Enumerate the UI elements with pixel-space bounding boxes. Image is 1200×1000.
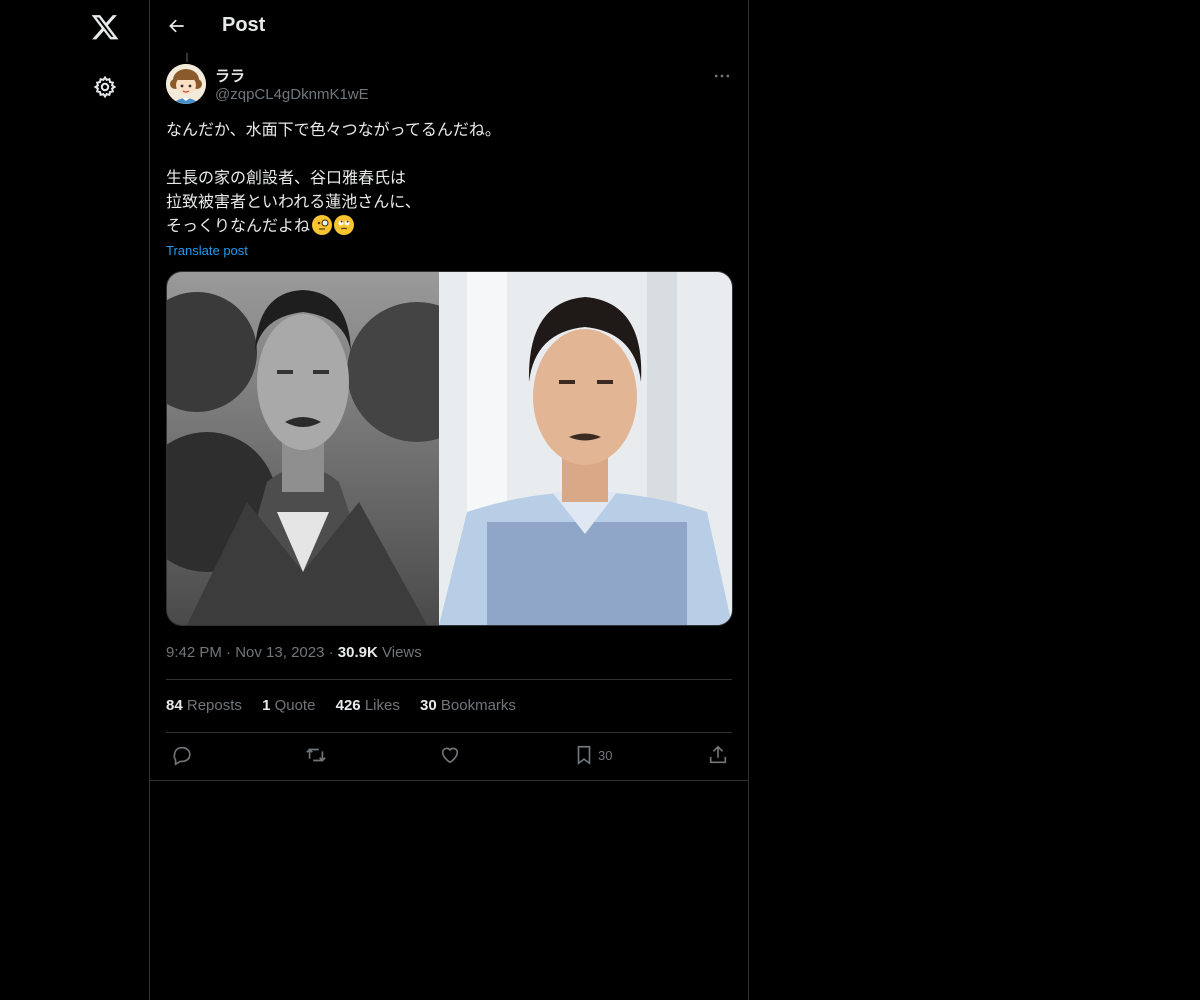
- author-display-name[interactable]: ララ: [215, 65, 245, 86]
- repost-icon[interactable]: [305, 744, 327, 766]
- meta-separator: ·: [328, 644, 338, 661]
- bookmarks-label: Bookmarks: [440, 697, 516, 714]
- reposts-stat[interactable]: 84 Reposts: [166, 697, 242, 714]
- bookmark-icon[interactable]: [573, 744, 595, 766]
- reply-icon[interactable]: [171, 744, 193, 766]
- post-meta: 9:42 PM · Nov 13, 2023 · 30.9K Views: [166, 644, 422, 661]
- reposts-label: Reposts: [186, 697, 242, 714]
- monocle-face-emoji-icon: [312, 215, 333, 235]
- post-date[interactable]: Nov 13, 2023: [235, 644, 324, 661]
- reposts-count: 84: [166, 697, 183, 714]
- likes-stat[interactable]: 426 Likes: [336, 697, 400, 714]
- bookmark-count: 30: [598, 748, 613, 763]
- author-handle[interactable]: @zqpCL4gDknmK1wE: [215, 86, 369, 103]
- divider: [166, 679, 732, 680]
- bookmarks-stat[interactable]: 30 Bookmarks: [420, 697, 516, 714]
- likes-count: 426: [335, 697, 361, 714]
- more-icon[interactable]: [712, 66, 732, 86]
- engagement-stats: 84 Reposts 1 Quote 426 Likes 30 Bookmark…: [166, 697, 532, 714]
- eye-roll-face-emoji-icon: [334, 215, 355, 235]
- gear-icon[interactable]: [93, 75, 117, 99]
- x-logo-icon[interactable]: [90, 12, 120, 42]
- views-count: 30.9K: [337, 644, 378, 661]
- post-text: なんだか、水面下で色々つながってるんだね。 生長の家の創設者、谷口雅春氏は 拉致…: [166, 119, 726, 239]
- divider: [150, 780, 748, 781]
- avatar[interactable]: [166, 64, 206, 104]
- like-icon[interactable]: [439, 744, 461, 766]
- share-icon[interactable]: [707, 744, 729, 766]
- quotes-label: Quote: [274, 697, 316, 714]
- translate-post-link[interactable]: Translate post: [166, 243, 248, 258]
- post-time[interactable]: 9:42 PM: [166, 644, 222, 661]
- likes-label: Likes: [364, 697, 400, 714]
- meta-separator: ·: [226, 644, 236, 661]
- divider: [166, 732, 732, 733]
- left-rail: [0, 0, 149, 1000]
- quotes-count: 1: [262, 697, 271, 714]
- views-label: Views: [382, 644, 422, 661]
- quotes-stat[interactable]: 1 Quote: [262, 697, 315, 714]
- action-bar: 30: [150, 744, 748, 768]
- page-title: Post: [222, 14, 266, 36]
- post-column: Post ララ @zqpCL4gDknmK1wE なんだか、水面下で色々つながっ…: [149, 0, 749, 1000]
- post-image[interactable]: [166, 271, 733, 626]
- thread-line: [186, 53, 188, 62]
- bookmarks-count: 30: [420, 697, 437, 714]
- back-arrow-icon[interactable]: [167, 16, 187, 36]
- top-bar: Post: [150, 0, 748, 53]
